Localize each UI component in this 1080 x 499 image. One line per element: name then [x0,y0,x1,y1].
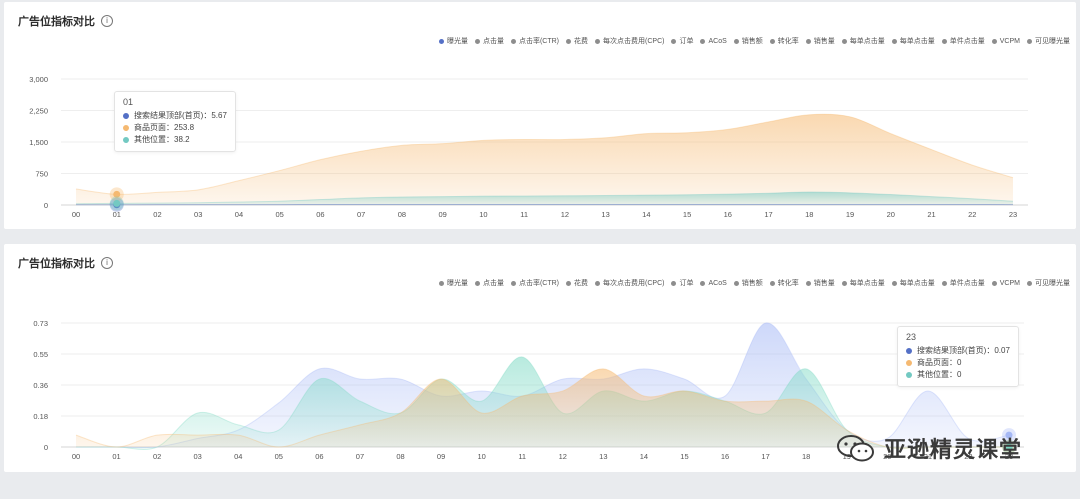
x-tick-label: 04 [234,452,242,461]
x-tick-label: 11 [520,210,528,219]
x-tick-label: 02 [153,210,161,219]
y-tick-label: 0.55 [33,350,48,359]
x-tick-label: 06 [316,210,324,219]
tooltip-value: 商品页面：253.8 [134,123,195,132]
x-tick-label: 14 [642,210,650,219]
x-tick-label: 15 [683,210,691,219]
tooltip-dot-icon [123,113,129,119]
tooltip-row: 搜索结果顶部(首页)：0.07 [906,345,1010,357]
wechat-icon [837,435,874,462]
x-tick-label: 00 [72,452,80,461]
y-tick-label: 0 [44,201,48,210]
x-tick-label: 19 [846,210,854,219]
y-tick-label: 3,000 [29,75,48,84]
x-tick-label: 04 [235,210,243,219]
tooltip-row: 商品页面：253.8 [123,122,227,134]
chart-panel-1: 广告位指标对比 i 曝光量 点击量 点击率(CTR) 花费 每次点击费用(CPC) 订单 A… [4,2,1076,229]
x-tick-label: 14 [640,452,648,461]
tooltip-value: 其他位置：38.2 [134,135,190,144]
x-tick-label: 17 [761,452,769,461]
tooltip-dot-icon [906,348,912,354]
x-tick-label: 21 [927,210,935,219]
tooltip-value: 商品页面：0 [917,358,962,367]
tooltip-value: 搜索结果顶部(首页)：0.07 [917,346,1010,355]
tooltip-value: 其他位置：0 [917,370,962,379]
tooltip-row: 搜索结果顶部(首页)：5.67 [123,110,227,122]
x-tick-label: 00 [72,210,80,219]
y-tick-label: 1,500 [29,138,48,147]
x-tick-label: 06 [315,452,323,461]
x-tick-label: 05 [275,452,283,461]
x-tick-label: 15 [680,452,688,461]
tooltip-title: 23 [906,332,917,342]
x-tick-label: 09 [438,210,446,219]
chart-tooltip: 01 搜索结果顶部(首页)：5.67 商品页面：253.8 其他位置：38.2 [114,91,236,152]
x-tick-label: 05 [276,210,284,219]
tooltip-title: 01 [123,97,134,107]
x-tick-label: 13 [599,452,607,461]
x-tick-label: 09 [437,452,445,461]
y-tick-label: 0.73 [33,319,48,328]
tooltip-dot-icon [906,372,912,378]
watermark: 亚逊精灵课堂 [836,432,1022,464]
tooltip-rows: 搜索结果顶部(首页)：5.67 商品页面：253.8 其他位置：38.2 [123,110,227,146]
x-tick-label: 10 [479,210,487,219]
x-tick-label: 11 [518,452,526,461]
x-tick-label: 03 [194,452,202,461]
y-tick-label: 0 [44,443,48,452]
tooltip-rows: 搜索结果顶部(首页)：0.07 商品页面：0 其他位置：0 [906,345,1010,381]
x-tick-label: 13 [601,210,609,219]
y-tick-label: 2,250 [29,107,48,116]
tooltip-value: 搜索结果顶部(首页)：5.67 [134,111,227,120]
x-tick-label: 22 [968,210,976,219]
y-tick-label: 750 [35,170,48,179]
x-tick-label: 03 [194,210,202,219]
y-tick-label: 0.18 [33,412,48,421]
tooltip-dot-icon [906,360,912,366]
x-tick-label: 18 [802,452,810,461]
data-point[interactable] [113,199,121,207]
x-tick-label: 23 [1009,210,1017,219]
x-tick-label: 10 [477,452,485,461]
x-tick-label: 08 [398,210,406,219]
x-tick-label: 16 [724,210,732,219]
y-tick-label: 0.36 [33,381,48,390]
x-tick-label: 07 [357,210,365,219]
x-tick-label: 18 [805,210,813,219]
x-tick-label: 07 [356,452,364,461]
x-tick-label: 12 [561,210,569,219]
x-tick-label: 01 [112,452,120,461]
chart-tooltip: 23 搜索结果顶部(首页)：0.07 商品页面：0 其他位置：0 [897,326,1019,387]
x-tick-label: 20 [887,210,895,219]
tooltip-row: 其他位置：38.2 [123,134,227,146]
tooltip-row: 其他位置：0 [906,369,1010,381]
x-tick-label: 02 [153,452,161,461]
tooltip-dot-icon [123,125,129,131]
tooltip-row: 商品页面：0 [906,357,1010,369]
tooltip-dot-icon [123,137,129,143]
x-tick-label: 17 [764,210,772,219]
x-tick-label: 16 [721,452,729,461]
watermark-text: 亚逊精灵课堂 [884,437,1023,462]
x-tick-label: 08 [396,452,404,461]
x-tick-label: 12 [559,452,567,461]
